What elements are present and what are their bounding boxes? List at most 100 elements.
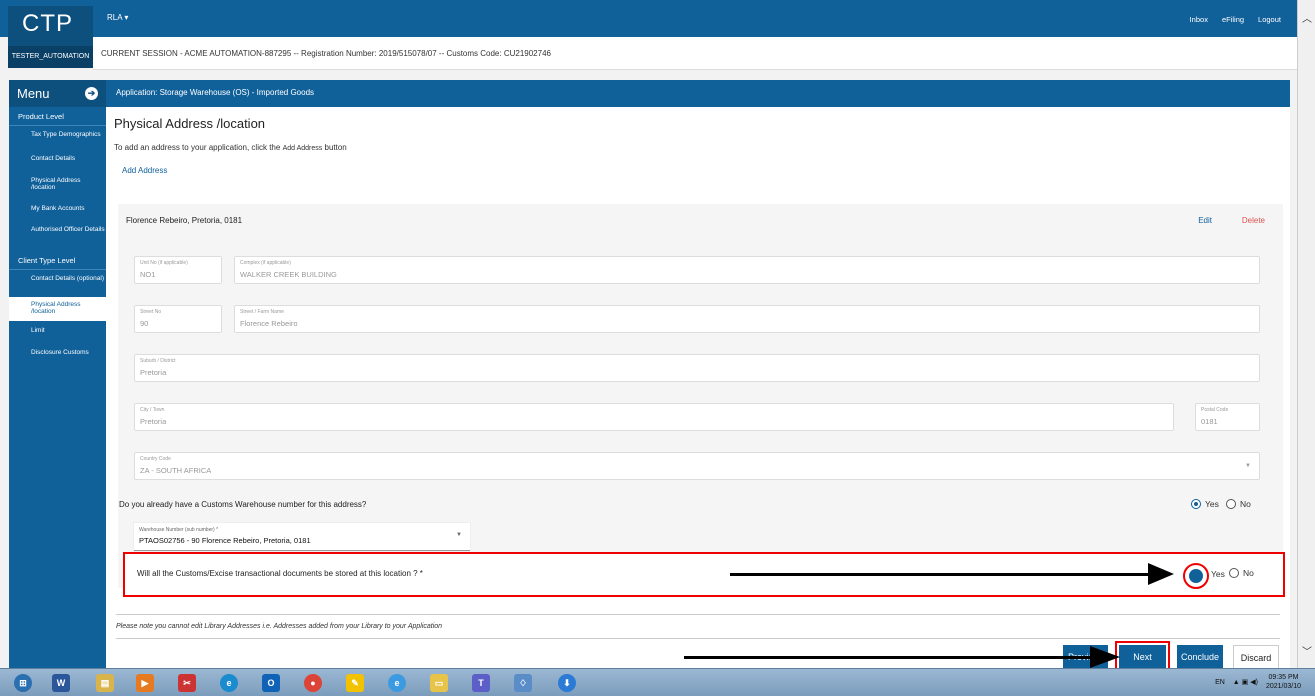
vpn-app-icon[interactable]: ⬇: [552, 672, 582, 694]
menu-header: Menu ➔: [9, 80, 106, 107]
intro-suffix: button: [324, 143, 347, 152]
complex-value: WALKER CREEK BUILDING: [240, 270, 337, 279]
internet-explorer-icon[interactable]: e: [382, 672, 412, 694]
session-text: CURRENT SESSION - ACME AUTOMATION-887295…: [101, 49, 551, 58]
inbox-link[interactable]: Inbox: [1190, 15, 1208, 24]
warehouse-number-value: PTAOS02756 - 90 Florence Rebeiro, Pretor…: [139, 536, 311, 545]
divider: [116, 614, 1280, 615]
question2-text: Will all the Customs/Excise transactiona…: [137, 569, 423, 578]
street-no-value: 90: [140, 319, 149, 328]
language-indicator[interactable]: EN: [1215, 679, 1225, 686]
q1-radio-no[interactable]: No: [1226, 499, 1251, 509]
street-name-value: Florence Rebeiro: [240, 319, 298, 328]
street-name-field[interactable]: Street / Farm Name Florence Rebeiro: [234, 305, 1260, 333]
intro-text: To add an address to your application, c…: [114, 143, 347, 152]
clock[interactable]: 09:35 PM 2021/03/10: [1266, 673, 1301, 691]
intro-prefix: To add an address to your application, c…: [114, 143, 281, 152]
clock-date: 2021/03/10: [1265, 683, 1301, 690]
suburb-field[interactable]: Suburb / District Pretoria: [134, 354, 1260, 382]
suburb-label: Suburb / District: [140, 358, 176, 364]
city-label: City / Town: [140, 407, 165, 413]
ctp-logo: CTP TESTER_AUTOMATION: [8, 6, 93, 68]
network-app-icon[interactable]: ♢: [508, 672, 538, 694]
next-button[interactable]: Next: [1115, 641, 1170, 674]
outlook-icon[interactable]: O: [256, 672, 286, 694]
q1-yes-label: Yes: [1205, 499, 1219, 509]
sidebar-item-disclosure[interactable]: Disclosure Customs: [9, 345, 106, 365]
annotation-arrow-next: [684, 646, 1120, 668]
suburb-value: Pretoria: [140, 368, 167, 377]
sidebar-item-physical-address[interactable]: Physical Address /location: [9, 177, 106, 205]
complex-field[interactable]: Complex (if applicable) WALKER CREEK BUI…: [234, 256, 1260, 284]
radio-icon[interactable]: [1226, 499, 1236, 509]
scroll-up-icon[interactable]: ︿: [1302, 10, 1312, 25]
clock-time: 09:35 PM: [1268, 674, 1299, 681]
discard-button[interactable]: Discard: [1233, 645, 1279, 670]
postal-code-label: Postal Code: [1201, 407, 1229, 413]
question2-yes-label: Yes: [1211, 569, 1225, 579]
username: TESTER_AUTOMATION: [8, 46, 93, 68]
sidebar-item-tax-type[interactable]: Tax Type Demographics: [9, 131, 106, 155]
system-tray: EN ▲ ▣ ◀) 09:35 PM 2021/03/10: [1215, 673, 1301, 691]
conclude-button[interactable]: Conclude: [1177, 645, 1223, 670]
sidebar-menu: Menu ➔ Product Level Tax Type Demographi…: [9, 80, 106, 670]
unit-no-value: NO1: [140, 270, 156, 279]
delete-link[interactable]: Delete: [1242, 216, 1265, 225]
sidebar-item-contact-details[interactable]: Contact Details: [9, 155, 106, 177]
session-bar: CURRENT SESSION - ACME AUTOMATION-887295…: [93, 37, 1297, 70]
edit-link[interactable]: Edit: [1198, 216, 1212, 225]
notes-icon[interactable]: ✎: [340, 672, 370, 694]
warehouse-number-select[interactable]: Warehouse Number (sub number) * PTAOS027…: [134, 523, 470, 551]
street-name-label: Street / Farm Name: [240, 309, 284, 315]
question2-radio-no[interactable]: No: [1229, 568, 1254, 578]
edge-icon[interactable]: e: [214, 672, 244, 694]
start-button-icon[interactable]: ⊞: [8, 672, 38, 694]
sidebar-section-product: Product Level: [9, 107, 106, 126]
postal-code-field[interactable]: Postal Code 0181: [1195, 403, 1260, 431]
annotation-arrow-radio: [730, 563, 1174, 585]
windows-taskbar: ⊞ W ▤ ▶ ✂ e O ● ✎ e ▭ T ♢ ⬇ EN ▲ ▣ ◀) 09…: [0, 668, 1315, 696]
sidebar-item-limit[interactable]: Limit: [9, 321, 106, 345]
media-icon[interactable]: ▶: [130, 672, 160, 694]
file-explorer-icon[interactable]: ▤: [90, 672, 120, 694]
teams-icon[interactable]: T: [466, 672, 496, 694]
snipping-tool-icon[interactable]: ✂: [172, 672, 202, 694]
radio-selected-icon[interactable]: [1191, 499, 1201, 509]
sidebar-item-authorised-officer[interactable]: Authorised Officer Details: [9, 226, 106, 251]
account-menu-label: RLA: [107, 13, 123, 22]
sidebar-item-physical-address-active[interactable]: Physical Address /location: [9, 297, 106, 321]
city-field[interactable]: City / Town Pretoria: [134, 403, 1174, 431]
tray-icons[interactable]: ▲ ▣ ◀): [1233, 678, 1258, 686]
unit-no-field[interactable]: Unit No (if applicable) NO1: [134, 256, 222, 284]
menu-toggle-icon[interactable]: ➔: [85, 87, 98, 100]
sidebar-item-contact-optional[interactable]: Contact Details (optional): [9, 275, 106, 297]
scrollbar[interactable]: ︿ ﹀: [1297, 0, 1315, 668]
intro-button-ref: Add Address: [282, 145, 323, 152]
sidebar-item-bank-accounts[interactable]: My Bank Accounts: [9, 205, 106, 226]
question2-radio-yes[interactable]: [1183, 563, 1209, 589]
q1-radio-yes[interactable]: Yes: [1191, 499, 1219, 509]
q1-no-label: No: [1240, 499, 1251, 509]
page-title: Physical Address /location: [114, 116, 266, 131]
folder-icon[interactable]: ▭: [424, 672, 454, 694]
scroll-down-icon[interactable]: ﹀: [1302, 643, 1312, 658]
application-header: Application: Storage Warehouse (OS) - Im…: [106, 80, 1290, 107]
postal-code-value: 0181: [1201, 417, 1218, 426]
divider: [116, 638, 1280, 639]
account-menu[interactable]: RLA ▾: [107, 13, 128, 22]
chrome-icon[interactable]: ●: [298, 672, 328, 694]
efiling-link[interactable]: eFiling: [1222, 15, 1244, 24]
chevron-down-icon: ▼: [456, 532, 462, 538]
street-no-field[interactable]: Street No 90: [134, 305, 222, 333]
radio-icon[interactable]: [1229, 568, 1239, 578]
library-note: Please note you cannot edit Library Addr…: [116, 623, 443, 630]
word-icon[interactable]: W: [46, 672, 76, 694]
logout-link[interactable]: Logout: [1258, 15, 1281, 24]
warehouse-question: Do you already have a Customs Warehouse …: [119, 500, 367, 509]
country-code-value: ZA - SOUTH AFRICA: [140, 466, 212, 475]
add-address-link[interactable]: Add Address: [122, 166, 167, 175]
chevron-down-icon: ▼: [1245, 463, 1251, 469]
country-code-select[interactable]: Country Code ZA - SOUTH AFRICA ▼: [134, 452, 1260, 480]
unit-no-label: Unit No (if applicable): [140, 260, 188, 266]
question2-no-label: No: [1243, 568, 1254, 578]
